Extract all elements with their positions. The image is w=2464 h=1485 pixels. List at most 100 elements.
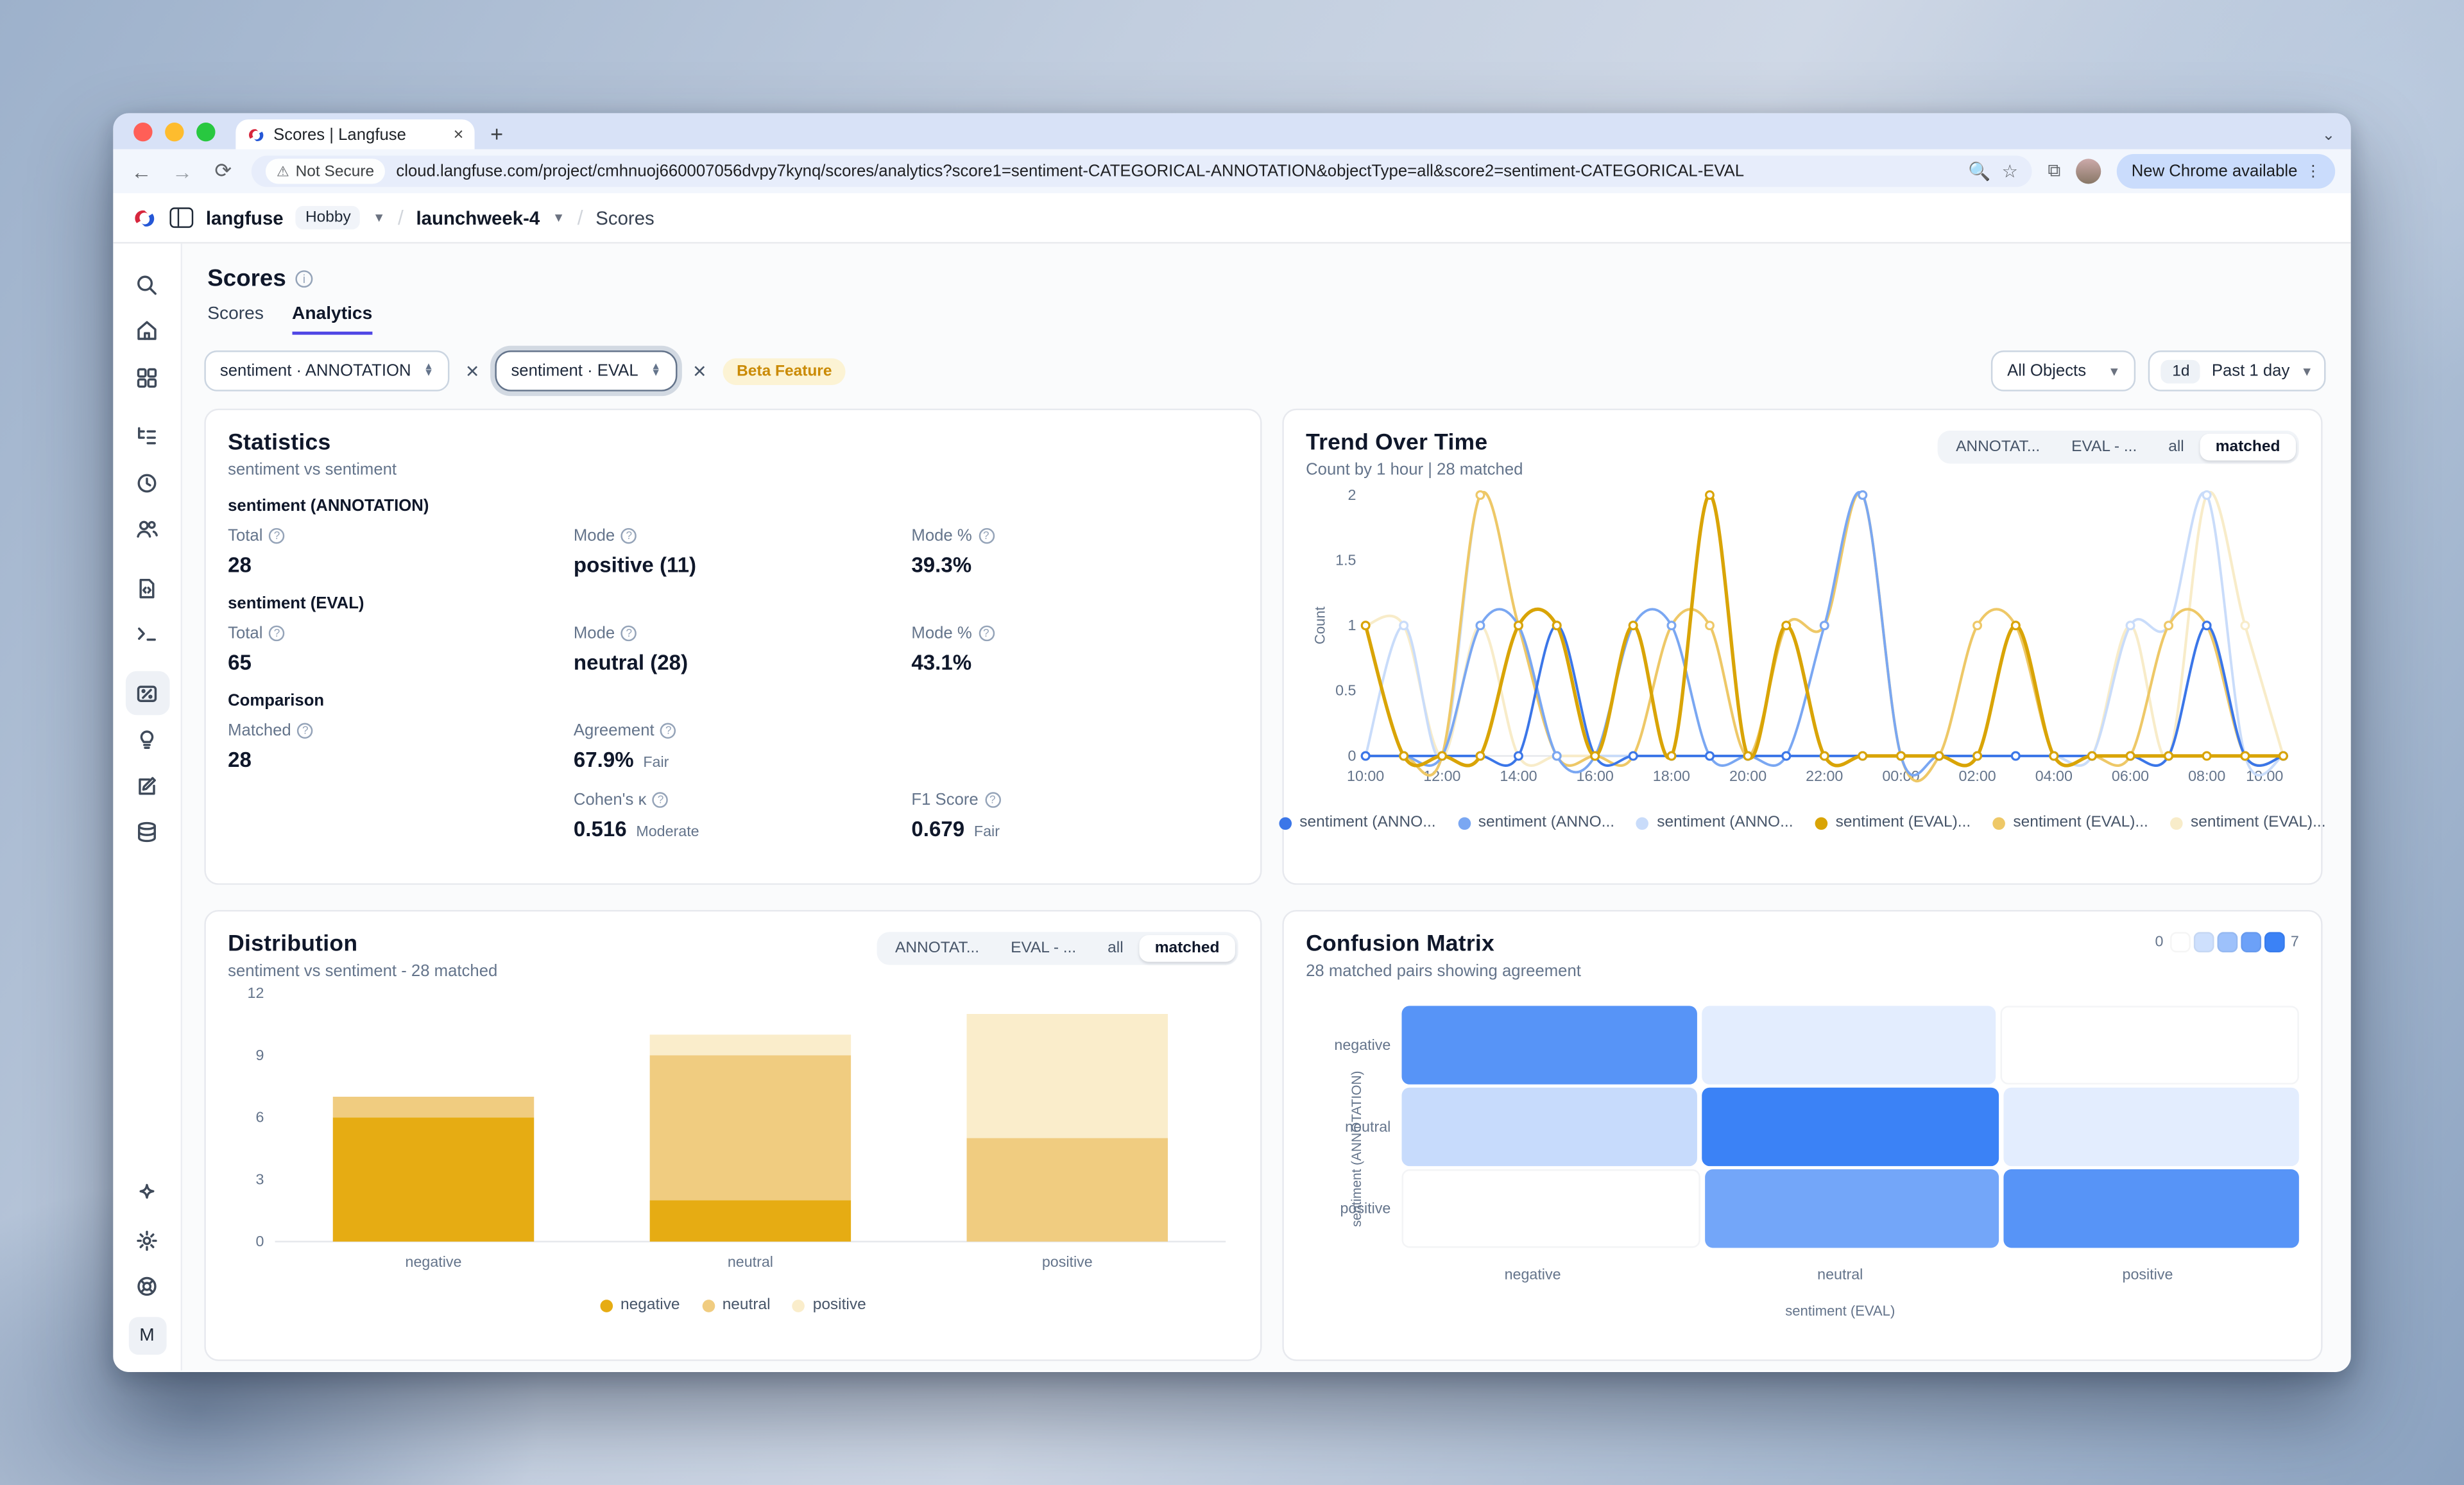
tracing-icon[interactable]: [125, 414, 169, 458]
statistics-subtitle: sentiment vs sentiment: [228, 461, 1238, 479]
toggle-option-all[interactable]: all: [1092, 935, 1140, 962]
object-type-select[interactable]: All Objects ▼: [1992, 350, 2136, 391]
confusion-cell-neutral-positive[interactable]: [2003, 1088, 2299, 1166]
close-window-button[interactable]: [133, 123, 152, 141]
url-text[interactable]: cloud.langfuse.com/project/cmhnuoj660007…: [396, 162, 1957, 180]
user-avatar[interactable]: M: [128, 1317, 166, 1355]
score1-select[interactable]: sentiment · ANNOTATION ▲▼: [204, 350, 449, 391]
confusion-cell-positive-negative[interactable]: [1401, 1169, 1700, 1248]
window-controls[interactable]: [113, 123, 235, 150]
chrome-update-label: New Chrome available: [2132, 162, 2298, 180]
help-icon[interactable]: [298, 723, 313, 739]
browser-tab[interactable]: Scores | Langfuse ×: [235, 119, 474, 150]
reload-icon[interactable]: ⟳: [210, 159, 235, 184]
help-icon[interactable]: [979, 626, 994, 641]
date-range-select[interactable]: 1d Past 1 day ▼: [2149, 350, 2326, 391]
ask-ai-sparkle-icon[interactable]: [125, 1172, 169, 1216]
org-name[interactable]: langfuse: [206, 207, 284, 228]
sidebar-toggle-icon[interactable]: [169, 207, 193, 228]
search-icon[interactable]: [125, 262, 169, 307]
project-name[interactable]: launchweek-4: [416, 207, 540, 228]
datasets-database-icon[interactable]: [125, 810, 169, 854]
score2-value: sentiment · EVAL: [511, 361, 638, 380]
close-tab-icon[interactable]: ×: [454, 125, 464, 144]
playground-terminal-icon[interactable]: [125, 612, 169, 657]
annotation-clipboard-icon[interactable]: [125, 764, 169, 808]
prompts-file-icon[interactable]: [125, 566, 169, 610]
back-icon[interactable]: ←: [129, 160, 154, 184]
stat-matched: Matched 28: [228, 721, 574, 771]
svg-text:Count: Count: [1312, 606, 1328, 644]
info-icon[interactable]: i: [296, 270, 313, 288]
zoom-page-icon[interactable]: 🔍: [1968, 160, 1990, 182]
legend-item: sentiment (ANNO...: [1279, 814, 1435, 832]
svg-text:positive: positive: [1042, 1253, 1093, 1270]
confusion-cell-neutral-neutral[interactable]: [1702, 1088, 1998, 1166]
home-icon[interactable]: [125, 309, 169, 353]
tab-search-chevron-icon[interactable]: ⌄: [2306, 127, 2351, 149]
toggle-option-eval[interactable]: EVAL - ...: [2056, 434, 2153, 461]
extensions-icon[interactable]: ⧉: [2048, 161, 2060, 182]
help-icon[interactable]: [653, 792, 668, 807]
svg-text:14:00: 14:00: [1500, 768, 1537, 784]
project-chevron-icon[interactable]: ▼: [552, 210, 565, 225]
remove-score2-icon[interactable]: ✕: [689, 361, 710, 381]
help-icon[interactable]: [985, 792, 1000, 807]
support-lifebuoy-icon[interactable]: [125, 1264, 169, 1309]
svg-text:negative: negative: [406, 1253, 462, 1270]
legend-dot-icon: [792, 1299, 805, 1312]
trend-series-toggle[interactable]: ANNOTAT...EVAL - ...allmatched: [1937, 431, 2299, 463]
sessions-clock-icon[interactable]: [125, 461, 169, 505]
help-icon[interactable]: [269, 626, 284, 641]
help-icon[interactable]: [269, 528, 284, 544]
dashboard-icon[interactable]: [125, 355, 169, 399]
security-chip[interactable]: ⚠ Not Secure: [266, 159, 385, 184]
toggle-option-matched[interactable]: matched: [1139, 935, 1235, 962]
confusion-subtitle: 28 matched pairs showing agreement: [1306, 962, 1581, 981]
minimize-window-button[interactable]: [165, 123, 184, 141]
toggle-option-annotat[interactable]: ANNOTAT...: [880, 935, 995, 962]
help-icon[interactable]: [660, 723, 676, 739]
forward-icon[interactable]: →: [169, 160, 194, 184]
plan-badge[interactable]: Hobby: [296, 206, 360, 230]
confusion-cell-negative-positive[interactable]: [2001, 1006, 2299, 1084]
confusion-cell-positive-positive[interactable]: [2004, 1169, 2299, 1248]
maximize-window-button[interactable]: [196, 123, 215, 141]
distribution-bar-chart[interactable]: 036912negativeneutralpositive: [228, 981, 1238, 1279]
confusion-cell-negative-neutral[interactable]: [1701, 1006, 1996, 1084]
confusion-cell-neutral-negative[interactable]: [1401, 1088, 1697, 1166]
toggle-option-eval[interactable]: EVAL - ...: [995, 935, 1092, 962]
help-icon[interactable]: [621, 528, 637, 544]
browser-profile-avatar[interactable]: [2076, 159, 2101, 184]
toggle-option-annotat[interactable]: ANNOTAT...: [1940, 434, 2056, 461]
browser-tab-strip: Scores | Langfuse × + ⌄: [113, 113, 2350, 149]
url-bar[interactable]: ⚠ Not Secure cloud.langfuse.com/project/…: [252, 155, 2032, 187]
stat-annotation-mode-pct: Mode % 39.3%: [911, 526, 1238, 576]
toggle-option-all[interactable]: all: [2153, 434, 2200, 461]
toggle-option-matched[interactable]: matched: [2200, 434, 2296, 461]
settings-gear-icon[interactable]: [125, 1218, 169, 1262]
bookmark-star-icon[interactable]: ☆: [2002, 160, 2018, 182]
score2-select[interactable]: sentiment · EVAL ▲▼: [495, 350, 677, 391]
tab-analytics[interactable]: Analytics: [292, 305, 372, 335]
tab-scores[interactable]: Scores: [207, 305, 264, 335]
confusion-cell-positive-neutral[interactable]: [1704, 1169, 1999, 1248]
remove-score1-icon[interactable]: ✕: [462, 361, 483, 381]
chrome-update-button[interactable]: New Chrome available ⋮: [2118, 154, 2336, 189]
help-icon[interactable]: [979, 528, 994, 544]
kebab-menu-icon[interactable]: ⋮: [2306, 162, 2321, 180]
evaluation-lightbulb-icon[interactable]: [125, 717, 169, 762]
scores-icon[interactable]: [125, 671, 169, 716]
trend-line-chart[interactable]: 00.511.52Count10:0012:0014:0016:0018:002…: [1306, 479, 2299, 797]
users-icon[interactable]: [125, 507, 169, 551]
new-tab-button[interactable]: +: [475, 121, 519, 150]
distribution-series-toggle[interactable]: ANNOTAT...EVAL - ...allmatched: [877, 932, 1238, 965]
page-title: Scores: [207, 266, 286, 293]
confusion-cell-negative-negative[interactable]: [1401, 1006, 1697, 1084]
main-content: Scores i Scores Analytics sentiment · AN…: [182, 244, 2351, 1371]
svg-text:18:00: 18:00: [1653, 768, 1690, 784]
org-chevron-icon[interactable]: ▼: [373, 210, 385, 225]
help-icon[interactable]: [621, 626, 637, 641]
comparison-section-heading: Comparison: [228, 692, 1238, 710]
langfuse-favicon: [246, 125, 265, 144]
